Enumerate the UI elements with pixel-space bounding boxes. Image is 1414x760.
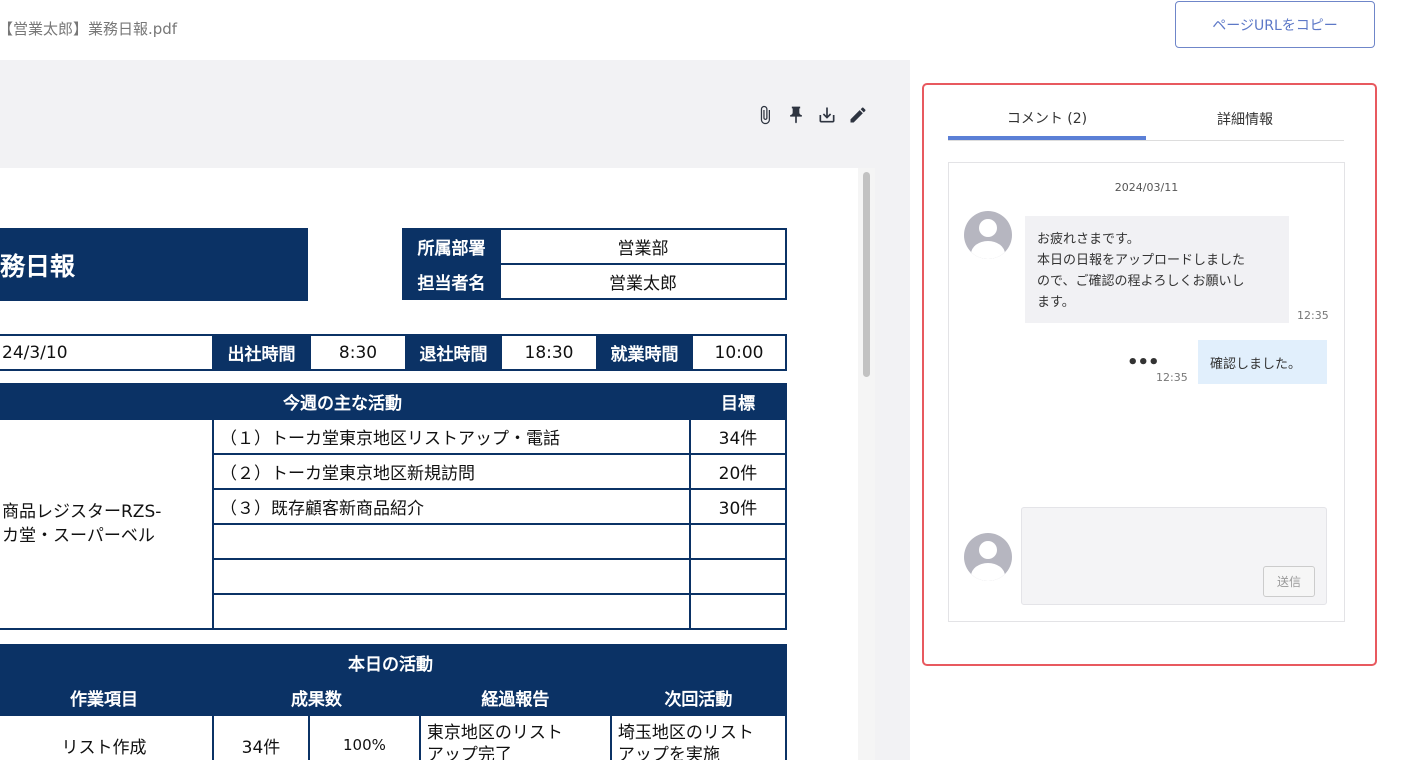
comment-date: 2024/03/11 xyxy=(1114,181,1179,194)
today-header: 本日の活動 xyxy=(0,644,787,681)
document-title: 務日報 xyxy=(0,228,308,301)
goal-cell xyxy=(689,558,787,595)
goal-cell: 34件 xyxy=(689,418,787,455)
staff-info-table: 所属部署 営業部 担当者名 営業太郎 xyxy=(402,228,787,300)
today-count: 34件 xyxy=(212,714,310,760)
col-header: 成果数 xyxy=(212,679,421,716)
more-options-icon[interactable]: ••• xyxy=(1127,352,1160,373)
col-header: 経過報告 xyxy=(418,679,612,716)
goal-cell xyxy=(689,593,787,630)
send-button[interactable]: 送信 xyxy=(1263,566,1315,597)
date-value: 24/3/10 xyxy=(0,334,214,371)
weekly-left-cell: 商品レジスターRZS- カ堂・スーパーベル xyxy=(0,418,214,630)
today-report: 東京地区のリスト アップ完了 xyxy=(418,714,612,760)
scroll-thumb[interactable] xyxy=(863,172,870,377)
dept-label: 所属部署 xyxy=(402,228,501,265)
today-item: リスト作成 xyxy=(0,714,214,760)
table-row: （１）トーカ堂東京地区リストアップ・電話 xyxy=(212,418,691,455)
col-header: 次回活動 xyxy=(609,679,788,716)
goal-cell xyxy=(689,523,787,560)
comment-bubble-incoming: お疲れさまです。 本日の日報をアップロードしました ので、ご確認の程よろしくお願… xyxy=(1025,216,1289,323)
leave-value: 18:30 xyxy=(500,334,598,371)
table-row xyxy=(212,593,691,630)
comment-side-panel: コメント (2) 詳細情報 2024/03/11 お疲れさまです。 本日の日報を… xyxy=(922,83,1377,666)
comment-input[interactable]: 送信 xyxy=(1021,507,1327,605)
goal-cell: 30件 xyxy=(689,488,787,525)
paperclip-icon[interactable] xyxy=(754,104,776,126)
tab-comments[interactable]: コメント (2) xyxy=(948,99,1146,140)
col-header: 作業項目 xyxy=(0,679,214,716)
table-row xyxy=(212,523,691,560)
arrive-value: 8:30 xyxy=(309,334,407,371)
goal-header: 目標 xyxy=(689,383,787,420)
table-row: （３）既存顧客新商品紹介 xyxy=(212,488,691,525)
panel-tabs: コメント (2) 詳細情報 xyxy=(948,99,1344,141)
arrive-label: 出社時間 xyxy=(212,334,311,371)
today-next: 埼玉地区のリスト アップを実施 xyxy=(609,714,788,760)
avatar xyxy=(964,211,1012,259)
top-bar: 【営業太郎】業務日報.pdf ページURLをコピー xyxy=(0,0,1414,60)
time-table: 24/3/10 出社時間 8:30 退社時間 18:30 就業時間 10:00 xyxy=(0,334,787,371)
weekly-header: 今週の主な活動 xyxy=(0,383,691,420)
today-percent: 100% xyxy=(308,714,421,760)
viewer-toolbar xyxy=(754,104,869,126)
goal-cell: 20件 xyxy=(689,453,787,490)
weekly-activity-table: 今週の主な活動 目標 商品レジスターRZS- カ堂・スーパーベル （１）トーカ堂… xyxy=(0,383,787,630)
pdf-scrollbar[interactable] xyxy=(858,168,875,760)
comments-box: 2024/03/11 お疲れさまです。 本日の日報をアップロードしました ので、… xyxy=(948,162,1345,622)
pin-icon[interactable] xyxy=(785,104,807,126)
pdf-viewer: 務日報 所属部署 営業部 担当者名 営業太郎 24/3/10 出社時間 8:30… xyxy=(0,60,910,760)
table-row: （２）トーカ堂東京地区新規訪問 xyxy=(212,453,691,490)
file-title: 【営業太郎】業務日報.pdf xyxy=(0,20,178,38)
leave-label: 退社時間 xyxy=(405,334,502,371)
table-row xyxy=(212,558,691,595)
person-label: 担当者名 xyxy=(402,263,501,300)
copy-page-url-button[interactable]: ページURLをコピー xyxy=(1175,1,1375,48)
work-value: 10:00 xyxy=(691,334,787,371)
edit-icon[interactable] xyxy=(847,104,869,126)
pdf-page: 務日報 所属部署 営業部 担当者名 営業太郎 24/3/10 出社時間 8:30… xyxy=(0,168,858,760)
avatar xyxy=(964,533,1012,581)
comment-time: 12:35 xyxy=(1156,371,1188,384)
tab-details[interactable]: 詳細情報 xyxy=(1146,99,1344,139)
comment-bubble-outgoing: 確認しました。 xyxy=(1198,340,1327,384)
work-label: 就業時間 xyxy=(596,334,693,371)
person-value: 営業太郎 xyxy=(499,263,787,300)
dept-value: 営業部 xyxy=(499,228,787,265)
today-activity-table: 本日の活動 作業項目 成果数 経過報告 次回活動 リスト作成 34件 100% … xyxy=(0,644,788,760)
download-icon[interactable] xyxy=(816,104,838,126)
comment-time: 12:35 xyxy=(1297,309,1329,322)
